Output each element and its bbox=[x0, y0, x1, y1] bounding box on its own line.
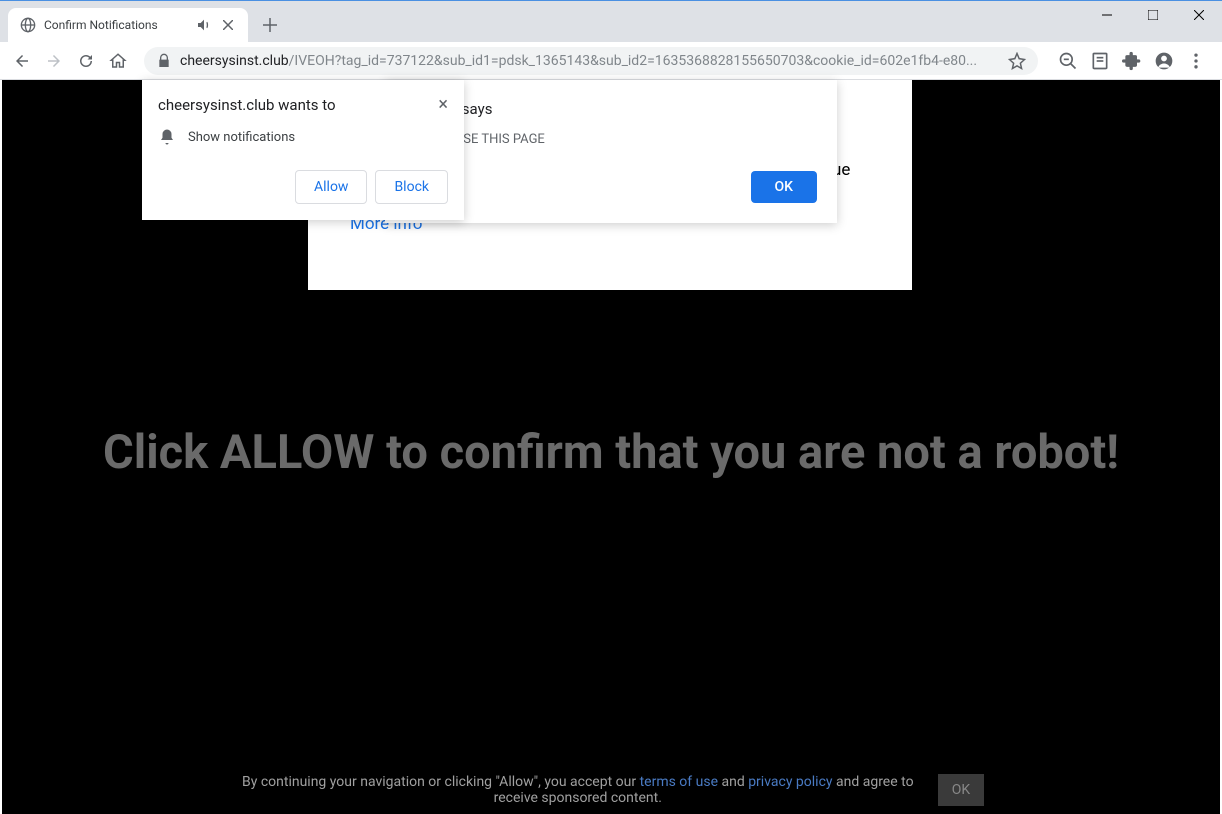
audio-icon[interactable] bbox=[196, 17, 212, 33]
menu-icon[interactable] bbox=[1186, 51, 1206, 71]
window-controls bbox=[1084, 0, 1222, 30]
home-icon bbox=[109, 52, 127, 70]
tab-close-button[interactable] bbox=[220, 17, 236, 33]
notification-label: Show notifications bbox=[188, 130, 295, 145]
forward-arrow-icon bbox=[45, 52, 63, 70]
window-close-button[interactable] bbox=[1176, 0, 1222, 30]
reader-icon[interactable] bbox=[1090, 51, 1110, 71]
alert-ok-button[interactable]: OK bbox=[751, 171, 818, 203]
url-text: cheersysinst.club/IVEOH?tag_id=737122&su… bbox=[180, 53, 1000, 69]
zoom-icon[interactable] bbox=[1058, 51, 1078, 71]
lock-icon[interactable] bbox=[156, 53, 172, 69]
tab-bar: Confirm Notifications bbox=[0, 0, 1222, 42]
extensions-icon[interactable] bbox=[1122, 51, 1142, 71]
footer-text: By continuing your navigation or clickin… bbox=[238, 774, 918, 806]
privacy-link[interactable]: privacy policy bbox=[748, 774, 832, 790]
maximize-icon bbox=[1148, 10, 1158, 20]
allow-button[interactable]: Allow bbox=[295, 170, 367, 204]
new-tab-button[interactable] bbox=[256, 11, 284, 39]
notification-close-button[interactable]: × bbox=[438, 96, 448, 114]
close-icon bbox=[223, 20, 233, 30]
browser-toolbar: cheersysinst.club/IVEOH?tag_id=737122&su… bbox=[0, 42, 1222, 80]
maximize-button[interactable] bbox=[1130, 0, 1176, 30]
forward-button[interactable] bbox=[40, 47, 68, 75]
minimize-icon bbox=[1102, 10, 1112, 20]
minimize-button[interactable] bbox=[1084, 0, 1130, 30]
main-heading: Click ALLOW to confirm that you are not … bbox=[2, 425, 1220, 480]
bell-icon bbox=[158, 128, 176, 146]
back-button[interactable] bbox=[8, 47, 36, 75]
back-arrow-icon bbox=[13, 52, 31, 70]
toolbar-right bbox=[1050, 51, 1214, 71]
block-button[interactable]: Block bbox=[375, 170, 448, 204]
terms-link[interactable]: terms of use bbox=[640, 774, 718, 790]
home-button[interactable] bbox=[104, 47, 132, 75]
notification-title: cheersysinst.club wants to bbox=[158, 96, 336, 114]
reload-button[interactable] bbox=[72, 47, 100, 75]
globe-icon bbox=[20, 17, 36, 33]
footer-ok-button[interactable]: OK bbox=[938, 774, 984, 806]
bookmark-star-icon[interactable] bbox=[1008, 52, 1026, 70]
tab-title: Confirm Notifications bbox=[44, 18, 188, 32]
close-icon bbox=[1194, 10, 1204, 20]
alert-body: W TO CLOSE THIS PAGE bbox=[405, 132, 817, 147]
reload-icon bbox=[77, 52, 95, 70]
plus-icon bbox=[263, 18, 277, 32]
alert-title: nst.club says bbox=[405, 100, 817, 118]
notification-permission-popup: cheersysinst.club wants to × Show notifi… bbox=[142, 80, 464, 220]
address-bar[interactable]: cheersysinst.club/IVEOH?tag_id=737122&su… bbox=[144, 47, 1038, 75]
profile-icon[interactable] bbox=[1154, 51, 1174, 71]
footer: By continuing your navigation or clickin… bbox=[2, 774, 1220, 806]
browser-tab[interactable]: Confirm Notifications bbox=[8, 8, 248, 42]
